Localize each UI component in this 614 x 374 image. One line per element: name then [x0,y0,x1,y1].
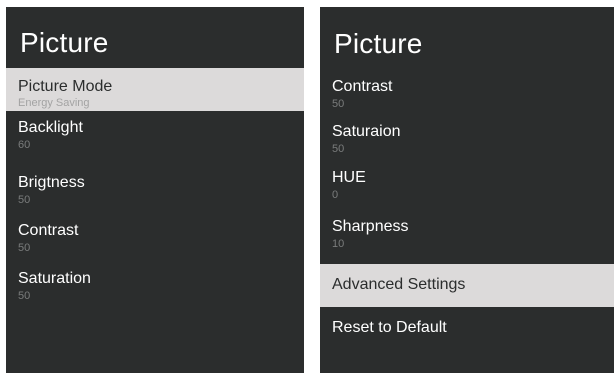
menu-item-sharpness[interactable]: Sharpness 10 [320,211,614,259]
menu-item-value: 50 [18,290,31,302]
menu-item-saturation[interactable]: Saturaion 50 [320,117,614,163]
picture-menu-panel-right: Picture Contrast 50 Saturaion 50 HUE 0 S… [320,7,614,373]
menu-item-hue[interactable]: HUE 0 [320,163,614,211]
panel-title: Picture [20,27,109,58]
menu-item-value: Energy Saving [18,97,90,109]
menu-item-value: 50 [18,194,31,206]
menu-item-label: Brigtness [18,174,85,191]
menu-item-label: Contrast [332,78,393,95]
menu-item-value: 50 [332,143,345,155]
menu-item-saturation[interactable]: Saturation 50 [6,263,304,311]
menu-item-brightness[interactable]: Brigtness 50 [6,167,304,215]
menu-item-label: Picture Mode [18,78,113,95]
menu-item-label: Saturation [18,270,91,287]
menu-item-label: HUE [332,169,366,186]
menu-item-picture-mode[interactable]: Picture Mode Energy Saving [6,68,304,111]
menu-item-label: Reset to Default [332,319,447,336]
menu-item-value: 60 [18,139,31,151]
menu-item-label: Backlight [18,119,83,136]
menu-item-backlight[interactable]: Backlight 60 [6,111,304,163]
menu-item-advanced-settings[interactable]: Advanced Settings [320,264,614,307]
menu-item-contrast[interactable]: Contrast 50 [320,71,614,117]
menu-item-label: Saturaion [332,123,401,140]
menu-item-label: Sharpness [332,218,409,235]
menu-item-label: Contrast [18,222,79,239]
menu-item-label: Advanced Settings [332,276,466,293]
menu-item-value: 10 [332,238,345,250]
menu-item-contrast[interactable]: Contrast 50 [6,215,304,263]
menu-item-value: 50 [18,242,31,254]
menu-item-value: 50 [332,98,345,110]
menu-item-value: 0 [332,189,339,201]
picture-menu-panel-left: Picture Picture Mode Energy Saving Backl… [6,7,304,373]
panel-title: Picture [334,28,423,59]
menu-item-reset-to-default[interactable]: Reset to Default [320,311,614,351]
